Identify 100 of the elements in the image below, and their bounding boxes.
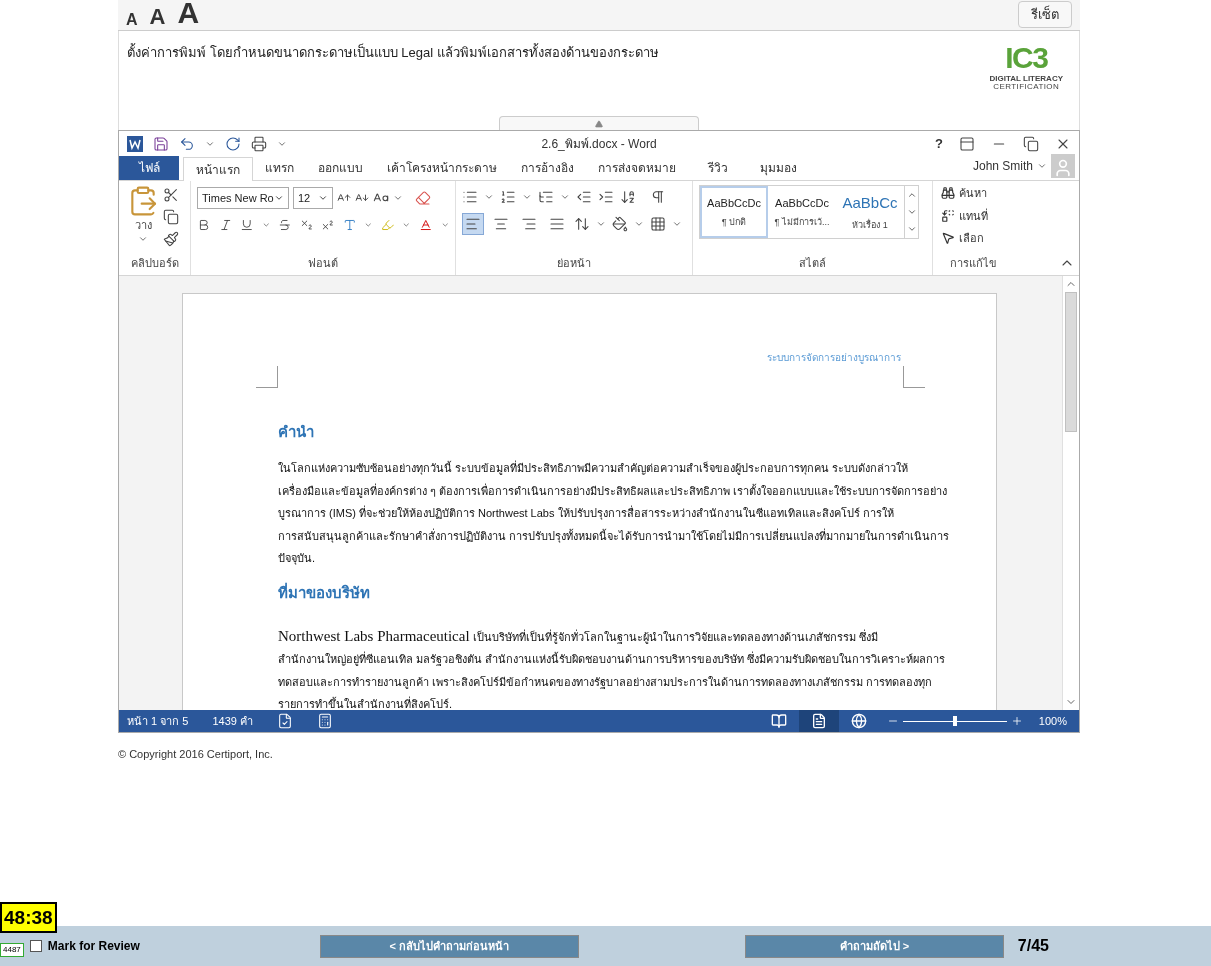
- ribbon-tab[interactable]: รีวิว: [688, 156, 748, 180]
- font-size-field[interactable]: 12: [293, 187, 333, 209]
- format-painter-icon[interactable]: [163, 231, 179, 247]
- zoom-thumb[interactable]: [952, 716, 957, 726]
- ribbon-tab[interactable]: การส่งจดหมาย: [586, 156, 688, 180]
- caret-icon[interactable]: [522, 192, 532, 202]
- zoom-in-icon[interactable]: [1010, 715, 1023, 727]
- bold-icon[interactable]: [197, 217, 211, 233]
- person-icon: [1053, 158, 1073, 178]
- timer: 48:38: [0, 902, 57, 933]
- style-gallery-item[interactable]: AaBbCc หัวเรื่อง 1: [836, 186, 904, 238]
- triangle-up-icon[interactable]: [595, 119, 603, 128]
- editing-command[interactable]: แทนที่: [941, 207, 1005, 224]
- caret-icon[interactable]: [634, 219, 644, 229]
- cut-icon[interactable]: [163, 187, 179, 203]
- paragraph-line: เครื่องมือและข้อมูลที่องค์กรต่าง ๆ ต้องการเพื่อการดำเนินการอย่างมีประสิทธิผลและประสิทธิภาพ เราตั้งใจออกแบบและใช้ระบบการจัดการอย่าง: [278, 484, 948, 497]
- subscript-icon[interactable]: [299, 217, 314, 233]
- word-app-icon[interactable]: [127, 135, 143, 152]
- numbering-icon[interactable]: [500, 189, 516, 205]
- superscript-icon[interactable]: [321, 217, 335, 233]
- page-count[interactable]: หน้า 1 จาก 5: [127, 712, 189, 730]
- paragraph-line: สำนักงานใหญ่อยู่ที่ซีแอนเทิล มลรัฐวอชิงตัน สำนักงานแห่งนี้รับผิดชอบงานด้านการบริหารของบริษัท ซึ่งมีความรับผิดชอบในการวิเคราะห์ผลการ: [278, 653, 946, 665]
- previous-question-button[interactable]: < กลับไปคำถามก่อนหน้า: [319, 934, 579, 958]
- caret-icon[interactable]: [318, 193, 328, 203]
- borders-icon[interactable]: [650, 216, 666, 232]
- group-label: ฟอนต์: [307, 255, 339, 271]
- caret-icon[interactable]: [560, 192, 570, 202]
- decrease-indent-icon[interactable]: [576, 189, 592, 205]
- zoom-slider[interactable]: [902, 716, 1007, 726]
- window-title: 2.6_พิมพ์.docx - Word: [541, 135, 657, 153]
- strikethrough-icon[interactable]: [278, 217, 292, 233]
- multilevel-list-icon[interactable]: [538, 189, 554, 205]
- italic-icon[interactable]: [218, 217, 233, 233]
- text-effects-icon[interactable]: [342, 217, 357, 233]
- font-name-field[interactable]: Times New Ro: [197, 187, 289, 209]
- caret-icon[interactable]: [672, 219, 682, 229]
- mark-review-label[interactable]: Mark for Review: [47, 937, 140, 955]
- caret-icon[interactable]: [393, 193, 403, 203]
- scroll-thumb[interactable]: [1065, 292, 1077, 432]
- print-view-icon[interactable]: [810, 713, 827, 729]
- user-name[interactable]: John Smith: [972, 157, 1033, 175]
- paragraph-line: Northwest Labs Pharmaceutical เป็นบริษัทที่เป็นที่รู้จักทั่วโลกในฐานะผู้นำในการวิจัยและทดลองทางด้านเภสัชกรรม ซึ่งมี: [278, 630, 878, 643]
- caret-icon[interactable]: [1037, 161, 1047, 171]
- paste-label[interactable]: วาง: [134, 217, 152, 234]
- shading-icon[interactable]: [612, 216, 628, 232]
- word-count[interactable]: 1439 คำ: [212, 712, 253, 730]
- restore-icon[interactable]: [1023, 135, 1039, 152]
- caret-icon[interactable]: [274, 193, 284, 203]
- bullets-icon[interactable]: [462, 189, 478, 205]
- text-size-button[interactable]: A: [177, 0, 200, 30]
- replace-icon[interactable]: [941, 208, 955, 223]
- group-label: การแก้ไข: [948, 255, 998, 271]
- pilcrow-icon[interactable]: [650, 189, 666, 205]
- file-tab[interactable]: ไฟล์: [119, 156, 179, 180]
- caret-icon[interactable]: [596, 219, 606, 229]
- find-icon[interactable]: [941, 186, 955, 201]
- web-view-icon[interactable]: [850, 713, 867, 729]
- save-icon[interactable]: [153, 135, 169, 152]
- question-number: 7/45: [1017, 936, 1049, 956]
- proofing-icon[interactable]: [276, 713, 293, 729]
- increase-indent-icon[interactable]: [598, 189, 614, 205]
- redo-icon[interactable]: [225, 135, 241, 152]
- question-counter: 4487: [0, 943, 24, 957]
- undo-icon[interactable]: [179, 135, 195, 152]
- text-size-button[interactable]: A: [149, 6, 166, 30]
- editing-command[interactable]: เลือก: [941, 230, 1005, 247]
- read-view-icon[interactable]: [770, 713, 787, 729]
- chevron-down-icon[interactable]: [906, 207, 917, 217]
- ribbon-tab[interactable]: การอ้างอิง: [509, 156, 586, 180]
- help-button[interactable]: ?: [935, 133, 943, 154]
- zoom-reading[interactable]: 100%: [1038, 712, 1067, 730]
- sort-icon[interactable]: [620, 189, 636, 205]
- clear-formatting-icon[interactable]: [415, 190, 431, 206]
- ribbon-tab[interactable]: แทรก: [253, 156, 306, 180]
- next-question-button[interactable]: คำถามถัดไป >: [744, 934, 1004, 958]
- ribbon-tab[interactable]: มุมมอง: [748, 156, 809, 180]
- printer-icon[interactable]: [251, 135, 267, 152]
- editing-command[interactable]: ค้นหา: [941, 185, 1005, 202]
- view-button[interactable]: [798, 710, 839, 732]
- ribbon-tab[interactable]: ออกแบบ: [306, 156, 375, 180]
- font-color-icon[interactable]: [418, 217, 433, 233]
- copy-icon[interactable]: [163, 209, 179, 225]
- certification-logo: IC3 DIGITAL LITERACY CERTIFICATION: [989, 43, 1063, 93]
- ribbon-tab[interactable]: เค้าโครงหน้ากระดาษ: [375, 156, 509, 180]
- mark-review-checkbox[interactable]: [29, 940, 42, 952]
- underline-icon[interactable]: [240, 217, 254, 233]
- caret-icon[interactable]: [484, 192, 494, 202]
- document-heading: คำนำ: [278, 423, 314, 440]
- style-gallery-item[interactable]: AaBbCcDc ¶ ปกติ: [700, 186, 768, 238]
- vertical-scrollbar[interactable]: [1062, 276, 1079, 710]
- style-gallery-item[interactable]: AaBbCcDc ¶ ไม่มีการเว้...: [768, 186, 836, 238]
- text-size-button[interactable]: A: [126, 12, 138, 30]
- line-spacing-icon[interactable]: [574, 216, 590, 232]
- paragraph-line: บูรณาการ (IMS) ที่จะช่วยให้ห้องปฏิบัติการ Northwest Labs ให้ปรับปรุงการสื่อสารระหว่างสำนักงานในซีแอทเทิลและสิงคโปร์ การให้: [278, 507, 894, 519]
- paragraph-line: ปัจจุบัน.: [278, 552, 316, 564]
- reset-button[interactable]: รีเซ็ต: [1018, 1, 1072, 28]
- ribbon-tab[interactable]: หน้าแรก: [183, 157, 253, 181]
- paragraph-line: ทดสอบและการทำรายงานลูกค้า เพราะสิงคโปร์มีข้อกำหนดของทางรัฐบาลอย่างสามประการในด้านการทดลองทางเภสัชกรรม การทดลองทุก: [278, 675, 933, 688]
- ribbon-display-icon[interactable]: [959, 135, 975, 152]
- select-icon[interactable]: [941, 231, 955, 246]
